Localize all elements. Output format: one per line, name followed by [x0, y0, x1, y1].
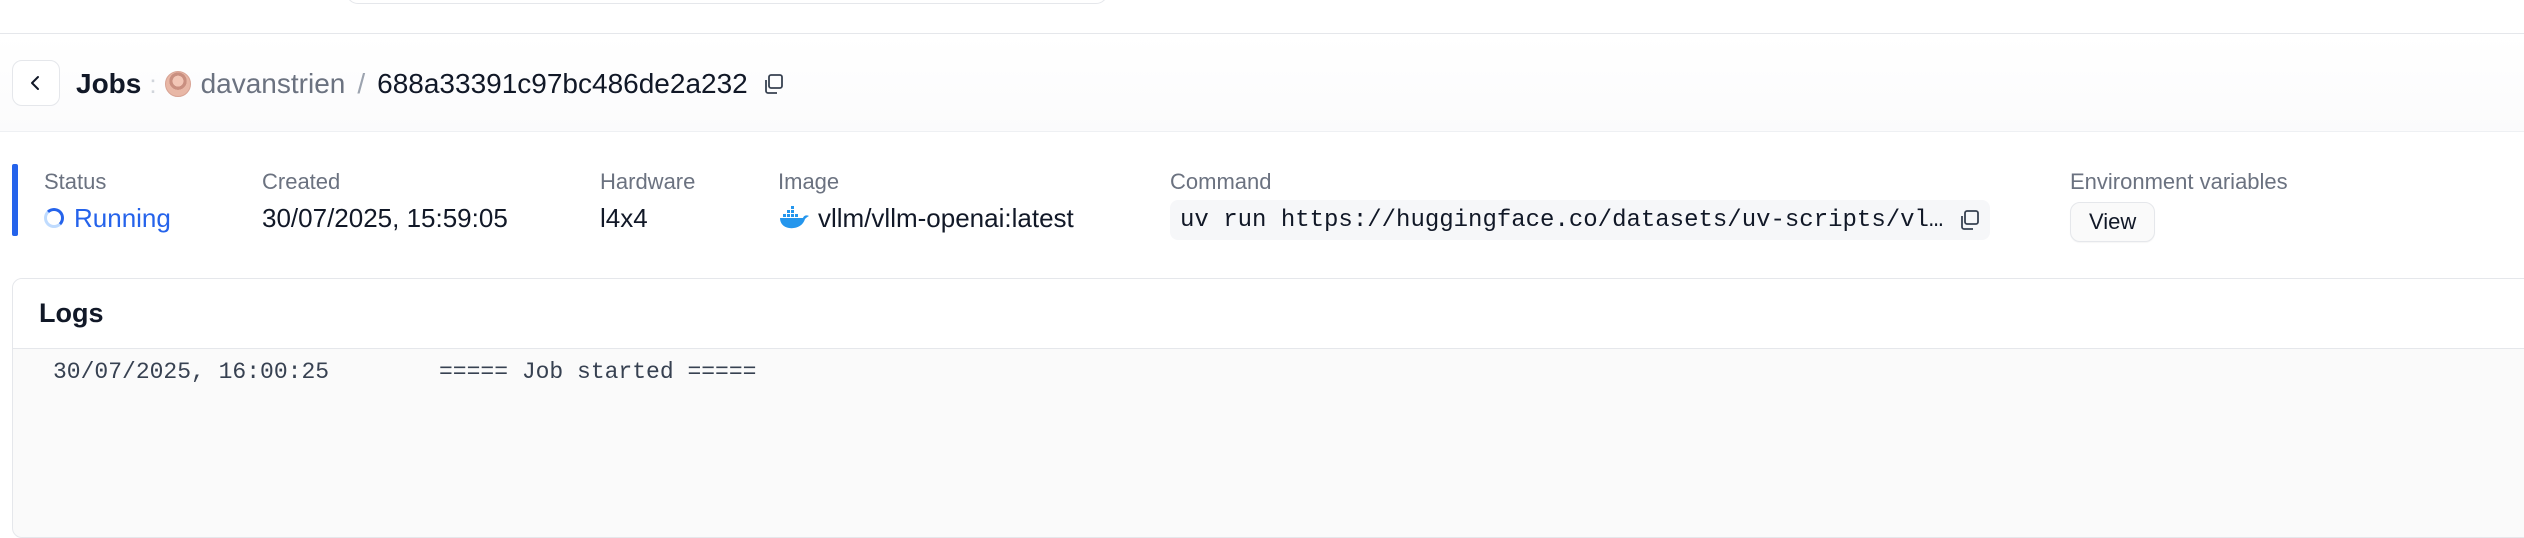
breadcrumb-slash: / — [357, 68, 366, 99]
job-id: 688a33391c97bc486de2a232 — [377, 68, 748, 99]
breadcrumb-user[interactable]: davanstrien — [201, 68, 346, 100]
command-text: uv run https://huggingface.co/datasets/u… — [1180, 206, 1944, 234]
docker-icon — [780, 206, 809, 229]
job-details: Status Running Created 30/07/2025, 15:59… — [0, 150, 2524, 250]
status-label: Status — [44, 169, 107, 194]
avatar[interactable] — [164, 71, 191, 97]
top-bar — [0, 0, 2524, 34]
breadcrumb-separator: : — [149, 68, 157, 99]
log-timestamp: 30/07/2025, 16:00:25 — [53, 359, 330, 385]
image-label: Image — [778, 169, 840, 194]
spinner-icon — [44, 208, 64, 228]
search-input[interactable] — [346, 0, 1108, 4]
hardware-field: Hardware l4x4 — [600, 168, 695, 236]
created-label: Created — [262, 169, 341, 194]
logs-title: Logs — [13, 279, 2524, 349]
view-env-button[interactable]: View — [2070, 202, 2156, 242]
copy-command-icon[interactable] — [1958, 209, 1980, 231]
command-field: Command uv run https://huggingface.co/da… — [1170, 168, 1990, 240]
breadcrumb: Jobs : davanstrien / 688a33391c97bc486de… — [76, 64, 784, 104]
env-label: Environment variables — [2070, 169, 2288, 194]
logs-panel: Logs 30/07/2025, 16:00:25 ===== Job star… — [12, 278, 2524, 538]
env-field: Environment variables View — [2070, 168, 2288, 242]
chevron-left-icon — [31, 76, 39, 90]
back-button[interactable] — [12, 60, 60, 106]
log-message: ===== Job started ===== — [439, 359, 757, 385]
created-field: Created 30/07/2025, 15:59:05 — [262, 168, 508, 236]
image-text[interactable]: vllm/vllm-openai:latest — [818, 200, 1074, 236]
page-header: Jobs : davanstrien / 688a33391c97bc486de… — [0, 34, 2524, 132]
status-value: Running — [44, 200, 171, 236]
log-entry: 30/07/2025, 16:00:25 ===== Job started =… — [13, 349, 2524, 385]
created-value: 30/07/2025, 15:59:05 — [262, 203, 508, 233]
copy-icon[interactable] — [762, 73, 784, 95]
status-field: Status Running — [44, 168, 171, 236]
status-accent-bar — [12, 164, 18, 236]
status-text: Running — [74, 203, 171, 233]
image-field: Image vllm/vllm-openai:latest — [778, 168, 1074, 236]
hardware-value: l4x4 — [600, 203, 648, 233]
image-value: vllm/vllm-openai:latest — [778, 200, 1074, 236]
page-title[interactable]: Jobs — [76, 68, 141, 100]
command-box: uv run https://huggingface.co/datasets/u… — [1170, 200, 1990, 240]
hardware-label: Hardware — [600, 169, 696, 194]
command-label: Command — [1170, 169, 1272, 194]
